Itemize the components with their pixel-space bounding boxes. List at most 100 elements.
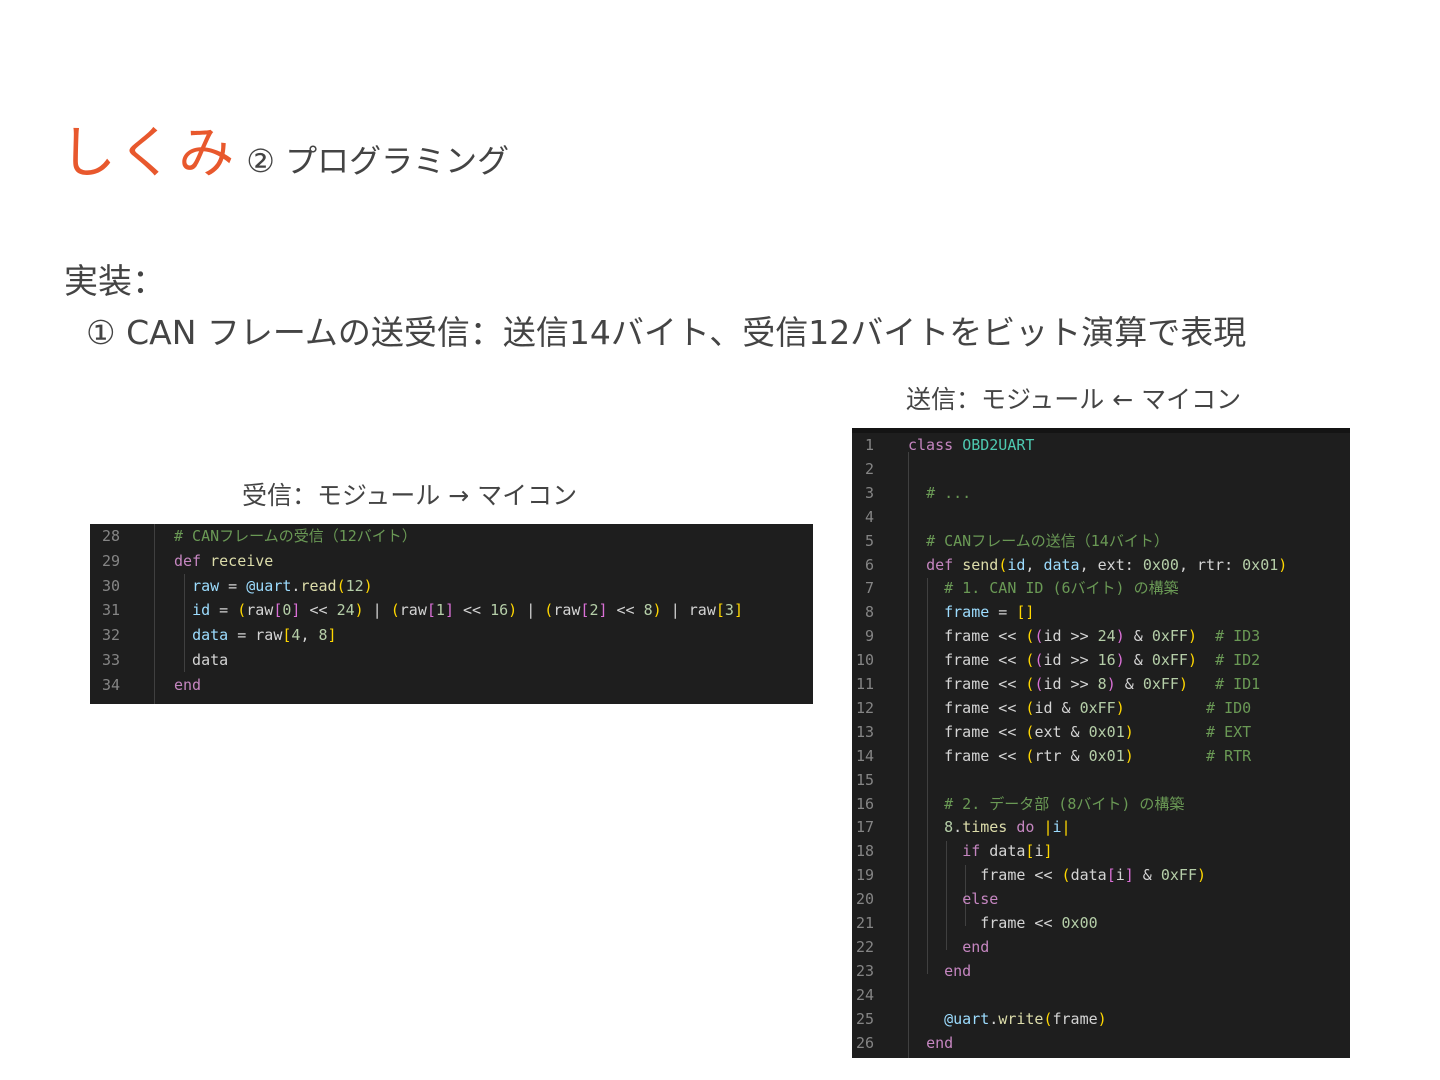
code-line: 10 frame << ((id >> 16) & 0xFF) # ID2 <box>852 649 1350 673</box>
code-line: 8 frame = [] <box>852 601 1350 625</box>
slide-title: しくみ ② プログラミング <box>60 108 509 189</box>
code-line: 23 end <box>852 960 1350 984</box>
code-line: 30 raw = @uart.read(12) <box>90 574 813 599</box>
line-number: 2 <box>864 459 874 478</box>
line-number: 5 <box>864 531 874 550</box>
line-number: 6 <box>864 555 874 574</box>
code-line: 20 else <box>852 888 1350 912</box>
code-text: frame << (id & 0xFF) # ID0 <box>908 698 1252 717</box>
line-number: 11 <box>855 675 874 693</box>
line-number: 21 <box>855 914 874 932</box>
code-line: 12 frame << (id & 0xFF) # ID0 <box>852 697 1350 721</box>
title-subtitle: ② プログラミング <box>246 142 510 180</box>
line-number: 15 <box>855 770 874 789</box>
code-line: 2 <box>852 458 1350 482</box>
code-line: 4 <box>852 506 1350 530</box>
code-line: 1 class OBD2UART <box>852 434 1350 458</box>
code-line: 24 <box>852 984 1350 1008</box>
code-line: 5 # CANフレームの送信（14バイト） <box>852 530 1350 554</box>
code-line: 14 frame << (rtr & 0x01) # RTR <box>852 745 1350 769</box>
line-number: 23 <box>855 961 874 980</box>
code-line: 13 frame << (ext & 0x01) # EXT <box>852 721 1350 745</box>
send-code-panel: 1 class OBD2UART 2 3 # ... 4 5 # CANフレームの… <box>852 428 1350 1058</box>
line-number: 4 <box>864 507 874 526</box>
code-text: # 2. データ部 (8バイト) の構築 <box>944 794 1185 813</box>
line-number: 28 <box>101 527 120 545</box>
code-text: 8.times do |i| <box>944 818 1071 837</box>
code-line: 26 end <box>852 1032 1350 1056</box>
code-text: def receive <box>174 551 274 570</box>
code-text: @uart.write(frame) <box>944 1009 1107 1028</box>
code-line: 25 @uart.write(frame) <box>852 1008 1350 1032</box>
line-number: 19 <box>855 866 874 885</box>
line-number: 17 <box>855 818 874 837</box>
line-number: 10 <box>855 651 874 670</box>
code-line: 31 id = (raw[0] << 24) | (raw[1] << 16) … <box>90 598 813 623</box>
code-text: id = (raw[0] << 24) | (raw[1] << 16) | (… <box>192 601 743 620</box>
line-number: 7 <box>864 579 874 598</box>
receive-code-panel: 28 # CANフレームの受信（12バイト） 29 def receive 30 r… <box>90 524 813 704</box>
code-text: # CANフレームの受信（12バイト） <box>174 527 417 545</box>
code-line: 11 frame << ((id >> 8) & 0xFF) # ID1 <box>852 673 1350 697</box>
send-caption: 送信：モジュール ← マイコン <box>906 385 1242 414</box>
title-main: しくみ <box>60 121 237 186</box>
code-text: raw = @uart.read(12) <box>192 576 373 595</box>
line-number: 32 <box>101 626 120 645</box>
code-text: end <box>944 961 972 980</box>
code-line: 9 frame << ((id >> 24) & 0xFF) # ID3 <box>852 625 1350 649</box>
line-number: 16 <box>855 794 874 813</box>
code-line: 32 data = raw[4, 8] <box>90 623 813 648</box>
code-line: 17 8.times do |i| <box>852 816 1350 840</box>
code-text: class OBD2UART <box>908 436 1035 454</box>
line-number: 14 <box>855 746 874 765</box>
code-line: 6 def send(id, data, ext: 0x00, rtr: 0x0… <box>852 554 1350 578</box>
line-number: 12 <box>855 698 874 717</box>
code-text: frame = [] <box>944 603 1035 622</box>
code-text: # ... <box>926 483 972 502</box>
code-text: end <box>926 1033 954 1052</box>
line-number: 18 <box>855 842 874 861</box>
line-number: 20 <box>855 890 874 909</box>
receive-caption: 受信：モジュール → マイコン <box>242 481 578 510</box>
code-line: 28 # CANフレームの受信（12バイト） <box>90 524 813 549</box>
code-text: frame << ((id >> 8) & 0xFF) # ID1 <box>908 675 1261 693</box>
line-number: 26 <box>855 1033 874 1052</box>
code-text: frame << (ext & 0x01) # EXT <box>908 722 1252 741</box>
line-number: 31 <box>101 601 120 620</box>
code-line: 21 frame << 0x00 <box>852 912 1350 936</box>
line-number: 33 <box>101 651 120 669</box>
code-text: end <box>174 675 202 694</box>
code-text: frame << (data[i] & 0xFF) <box>908 866 1207 885</box>
code-line: 33 data <box>90 648 813 673</box>
code-text: data <box>174 651 229 669</box>
code-line: 34 end <box>90 673 813 698</box>
line-number: 34 <box>101 675 120 694</box>
line-number: 1 <box>864 436 874 454</box>
code-line: 29 def receive <box>90 549 813 574</box>
code-line: 18 if data[i] <box>852 840 1350 864</box>
line-number: 22 <box>855 937 874 956</box>
line-number: 9 <box>864 627 874 646</box>
code-line: 7 # 1. CAN ID (6バイト) の構築 <box>852 577 1350 601</box>
line-number: 29 <box>101 551 120 570</box>
code-text: # 1. CAN ID (6バイト) の構築 <box>944 579 1179 598</box>
code-text: frame << ((id >> 16) & 0xFF) # ID2 <box>908 651 1261 670</box>
code-line: 3 # ... <box>852 482 1350 506</box>
line-number: 13 <box>855 722 874 741</box>
code-text: end <box>962 937 990 956</box>
code-text: data = raw[4, 8] <box>192 626 337 645</box>
line-number: 8 <box>864 603 874 622</box>
line-number: 24 <box>855 985 874 1004</box>
code-text: def send(id, data, ext: 0x00, rtr: 0x01) <box>926 555 1288 574</box>
code-text: else <box>962 890 999 909</box>
code-text: frame << 0x00 <box>908 914 1098 932</box>
code-text: if data[i] <box>962 842 1053 861</box>
line-number: 25 <box>855 1009 874 1028</box>
code-line: 15 <box>852 769 1350 793</box>
code-line: 16 # 2. データ部 (8バイト) の構築 <box>852 793 1350 817</box>
code-line: 19 frame << (data[i] & 0xFF) <box>852 864 1350 888</box>
implementation-item: ① CAN フレームの送受信：送信14バイト、受信12バイトをビット演算で表現 <box>86 313 1247 352</box>
implementation-label: 実装： <box>64 262 166 302</box>
code-text: frame << (rtr & 0x01) # RTR <box>908 746 1252 765</box>
line-number: 3 <box>864 483 874 502</box>
